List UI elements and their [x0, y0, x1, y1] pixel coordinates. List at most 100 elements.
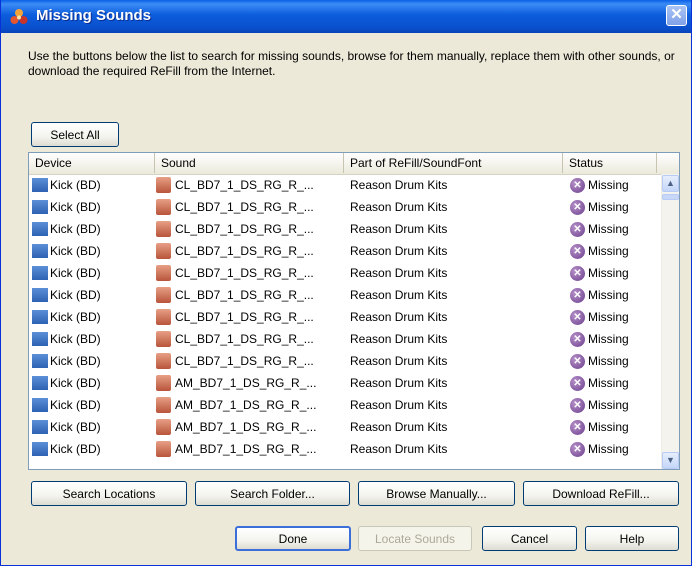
refill-cell: Reason Drum Kits [350, 354, 448, 368]
refill-cell: Reason Drum Kits [350, 288, 448, 302]
device-cell: Kick (BD) [50, 222, 101, 236]
select-all-button[interactable]: Select All [31, 122, 119, 147]
locate-sounds-button[interactable]: Locate Sounds [358, 526, 472, 551]
help-button[interactable]: Help [585, 526, 679, 551]
refill-cell: Reason Drum Kits [350, 310, 448, 324]
device-icon [32, 398, 48, 412]
title-bar[interactable]: Missing Sounds ✕ [1, 0, 691, 33]
device-cell: Kick (BD) [50, 200, 101, 214]
device-icon [32, 354, 48, 368]
download-refill-button[interactable]: Download ReFill... [523, 481, 679, 506]
sample-file-icon [156, 331, 171, 347]
device-cell: Kick (BD) [50, 442, 101, 456]
search-folder-button[interactable]: Search Folder... [195, 481, 350, 506]
scroll-thumb[interactable] [662, 194, 679, 200]
missing-x-icon: ✕ [570, 420, 585, 435]
sound-cell: AM_BD7_1_DS_RG_R_... [175, 442, 317, 456]
missing-sounds-list[interactable]: Device Sound Part of ReFill/SoundFont St… [28, 152, 680, 470]
sample-file-icon [156, 353, 171, 369]
device-icon [32, 310, 48, 324]
status-cell: Missing [588, 178, 629, 192]
missing-x-icon: ✕ [570, 376, 585, 391]
status-cell: Missing [588, 244, 629, 258]
missing-x-icon: ✕ [570, 442, 585, 457]
table-row[interactable]: Kick (BD) CL_BD7_1_DS_RG_R_... Reason Drum… [29, 306, 661, 328]
device-cell: Kick (BD) [50, 354, 101, 368]
table-row[interactable]: Kick (BD) CL_BD7_1_DS_RG_R_... Reason Drum… [29, 328, 661, 350]
missing-x-icon: ✕ [570, 354, 585, 369]
column-header-status[interactable]: Status [563, 153, 657, 173]
table-row[interactable]: Kick (BD) AM_BD7_1_DS_RG_R_... Reason Drum… [29, 438, 661, 460]
reason-logo-icon [10, 9, 28, 24]
table-row[interactable]: Kick (BD) CL_BD7_1_DS_RG_R_... Reason Drum… [29, 196, 661, 218]
status-cell: Missing [588, 332, 629, 346]
close-button[interactable]: ✕ [666, 5, 687, 26]
status-cell: Missing [588, 222, 629, 236]
device-cell: Kick (BD) [50, 332, 101, 346]
status-cell: Missing [588, 398, 629, 412]
sample-file-icon [156, 397, 171, 413]
sound-cell: CL_BD7_1_DS_RG_R_... [175, 310, 314, 324]
status-cell: Missing [588, 310, 629, 324]
device-icon [32, 288, 48, 302]
table-row[interactable]: Kick (BD) AM_BD7_1_DS_RG_R_... Reason Drum… [29, 416, 661, 438]
status-cell: Missing [588, 354, 629, 368]
sample-file-icon [156, 221, 171, 237]
missing-x-icon: ✕ [570, 244, 585, 259]
table-row[interactable]: Kick (BD) CL_BD7_1_DS_RG_R_... Reason Drum… [29, 350, 661, 372]
sample-file-icon [156, 441, 171, 457]
missing-x-icon: ✕ [570, 398, 585, 413]
refill-cell: Reason Drum Kits [350, 222, 448, 236]
sound-cell: CL_BD7_1_DS_RG_R_... [175, 288, 314, 302]
device-icon [32, 376, 48, 390]
status-cell: Missing [588, 200, 629, 214]
table-row[interactable]: Kick (BD) CL_BD7_1_DS_RG_R_... Reason Drum… [29, 262, 661, 284]
missing-x-icon: ✕ [570, 266, 585, 281]
refill-cell: Reason Drum Kits [350, 332, 448, 346]
table-row[interactable]: Kick (BD) AM_BD7_1_DS_RG_R_... Reason Drum… [29, 394, 661, 416]
refill-cell: Reason Drum Kits [350, 420, 448, 434]
refill-cell: Reason Drum Kits [350, 266, 448, 280]
done-button[interactable]: Done [235, 526, 351, 551]
device-icon [32, 222, 48, 236]
scroll-down-button[interactable]: ▼ [662, 452, 679, 469]
table-row[interactable]: Kick (BD) AM_BD7_1_DS_RG_R_... Reason Drum… [29, 372, 661, 394]
device-icon [32, 442, 48, 456]
status-cell: Missing [588, 442, 629, 456]
sample-file-icon [156, 419, 171, 435]
column-header-device[interactable]: Device [29, 153, 155, 173]
table-row[interactable]: Kick (BD) CL_BD7_1_DS_RG_R_... Reason Drum… [29, 218, 661, 240]
column-header-sound[interactable]: Sound [155, 153, 344, 173]
device-icon [32, 200, 48, 214]
missing-x-icon: ✕ [570, 310, 585, 325]
device-icon [32, 266, 48, 280]
missing-x-icon: ✕ [570, 288, 585, 303]
search-locations-button[interactable]: Search Locations [31, 481, 187, 506]
column-header-refill[interactable]: Part of ReFill/SoundFont [344, 153, 563, 173]
device-cell: Kick (BD) [50, 376, 101, 390]
sample-file-icon [156, 375, 171, 391]
list-header: Device Sound Part of ReFill/SoundFont St… [29, 153, 679, 175]
device-icon [32, 178, 48, 192]
scroll-up-button[interactable]: ▲ [662, 175, 679, 192]
vertical-scrollbar[interactable]: ▲ ▼ [661, 174, 679, 469]
status-cell: Missing [588, 420, 629, 434]
cancel-button[interactable]: Cancel [482, 526, 577, 551]
refill-cell: Reason Drum Kits [350, 376, 448, 390]
sample-file-icon [156, 309, 171, 325]
device-icon [32, 244, 48, 258]
refill-cell: Reason Drum Kits [350, 244, 448, 258]
sound-cell: CL_BD7_1_DS_RG_R_... [175, 332, 314, 346]
sound-cell: CL_BD7_1_DS_RG_R_... [175, 354, 314, 368]
browse-manually-button[interactable]: Browse Manually... [358, 481, 515, 506]
table-row[interactable]: Kick (BD) CL_BD7_1_DS_RG_R_... Reason Drum… [29, 174, 661, 196]
table-row[interactable]: Kick (BD) CL_BD7_1_DS_RG_R_... Reason Drum… [29, 240, 661, 262]
status-cell: Missing [588, 288, 629, 302]
device-cell: Kick (BD) [50, 244, 101, 258]
sample-file-icon [156, 177, 171, 193]
device-cell: Kick (BD) [50, 398, 101, 412]
sound-cell: CL_BD7_1_DS_RG_R_... [175, 244, 314, 258]
sound-cell: CL_BD7_1_DS_RG_R_... [175, 222, 314, 236]
table-row[interactable]: Kick (BD) CL_BD7_1_DS_RG_R_... Reason Drum… [29, 284, 661, 306]
sound-cell: AM_BD7_1_DS_RG_R_... [175, 420, 317, 434]
